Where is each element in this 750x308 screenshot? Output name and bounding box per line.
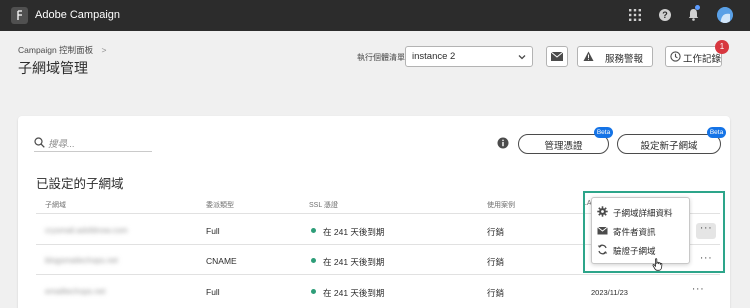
ssl-expiry: 在 241 天後到期 xyxy=(323,227,385,237)
table-divider xyxy=(36,274,720,275)
chevron-down-icon xyxy=(518,55,526,60)
menu-item-sender-info[interactable]: 寄件者資訊 xyxy=(592,222,689,240)
column-header-use-case[interactable]: 使用案例 xyxy=(487,200,515,210)
menu-item-subdomain-details[interactable]: 子網域詳細資料 xyxy=(592,203,689,221)
avatar[interactable] xyxy=(717,7,733,23)
adobe-campaign-logo[interactable] xyxy=(11,7,28,24)
ssl-expiry: 在 241 天後到期 xyxy=(323,288,385,298)
service-alerts-button[interactable]: 服務警報 xyxy=(577,46,653,67)
breadcrumb-link[interactable]: Campaign 控制面板 xyxy=(18,45,93,55)
delegation-type: Full xyxy=(206,287,220,297)
clock-icon xyxy=(670,51,681,62)
campaign-logo-icon xyxy=(17,10,22,20)
setup-new-subdomain-label: 設定新子網域 xyxy=(640,141,698,152)
ssl-status-dot xyxy=(311,258,316,263)
job-log-label: 工作記錄 xyxy=(683,54,722,65)
row-context-menu: 子網域詳細資料 寄件者資訊 驗證子網域 xyxy=(591,197,690,264)
apps-grid-icon[interactable] xyxy=(629,9,641,21)
beta-badge: Beta xyxy=(594,127,613,138)
use-case: 行銷 xyxy=(487,288,505,298)
user-avatar-icon xyxy=(717,7,733,23)
hand-cursor-icon xyxy=(652,258,663,271)
column-header-ssl[interactable]: SSL 憑證 xyxy=(309,200,338,210)
row-more-button[interactable]: ··· xyxy=(688,284,708,300)
refresh-icon xyxy=(597,244,608,255)
top-bar: Adobe Campaign ? xyxy=(0,0,750,31)
menu-item-label: 驗證子網域 xyxy=(613,246,656,256)
ssl-status-dot xyxy=(311,289,316,294)
instance-select[interactable]: instance 2 xyxy=(405,46,533,67)
search-icon xyxy=(34,137,45,148)
search-input[interactable]: 搜尋... xyxy=(48,136,75,150)
delegation-type: Full xyxy=(206,226,220,236)
section-title: 已設定的子網域 xyxy=(36,177,124,191)
mail-icon xyxy=(597,226,608,235)
ssl-status-dot xyxy=(311,228,316,233)
breadcrumb-separator: > xyxy=(101,45,107,55)
last-updated-date: 2023/11/23 xyxy=(591,288,628,297)
svg-text:?: ? xyxy=(662,10,668,20)
email-preview-button[interactable] xyxy=(546,46,568,67)
menu-item-label: 子網域詳細資料 xyxy=(613,208,673,218)
subdomain-name: blogsmailechops.net xyxy=(45,256,118,265)
subdomain-name: crysmail.adsfdnow.com xyxy=(45,226,128,235)
job-log-badge: 1 xyxy=(715,40,729,54)
service-alerts-label: 服務警報 xyxy=(605,54,644,65)
column-header-subdomain[interactable]: 子網域 xyxy=(45,200,66,210)
alert-icon xyxy=(583,51,594,61)
use-case: 行銷 xyxy=(487,257,505,267)
manage-credentials-label: 管理憑證 xyxy=(544,141,583,152)
subdomain-name: emailtechops.net xyxy=(45,287,106,296)
ssl-expiry: 在 241 天後到期 xyxy=(323,257,385,267)
job-log-button[interactable]: 工作記錄 xyxy=(665,46,722,67)
search-field[interactable]: 搜尋... xyxy=(34,134,152,152)
menu-item-verify-subdomain[interactable]: 驗證子網域 xyxy=(592,241,689,259)
gear-icon xyxy=(597,206,608,217)
instance-list-label: 執行個體清單 xyxy=(357,53,405,62)
breadcrumb[interactable]: Campaign 控制面板 > xyxy=(18,44,106,56)
app-title: Adobe Campaign xyxy=(35,9,121,21)
info-icon[interactable] xyxy=(497,137,509,149)
beta-badge: Beta xyxy=(707,127,726,138)
instance-select-value: instance 2 xyxy=(412,51,456,62)
use-case: 行銷 xyxy=(487,227,505,237)
delegation-type: CNAME xyxy=(206,256,237,266)
column-header-delegation[interactable]: 委派類型 xyxy=(206,200,234,210)
mail-icon xyxy=(550,51,564,61)
page-title: 子網域管理 xyxy=(18,60,88,76)
setup-new-subdomain-button[interactable]: 設定新子網域 xyxy=(617,134,721,154)
notification-dot xyxy=(695,5,700,10)
menu-item-label: 寄件者資訊 xyxy=(613,227,656,237)
help-icon[interactable]: ? xyxy=(659,9,671,21)
